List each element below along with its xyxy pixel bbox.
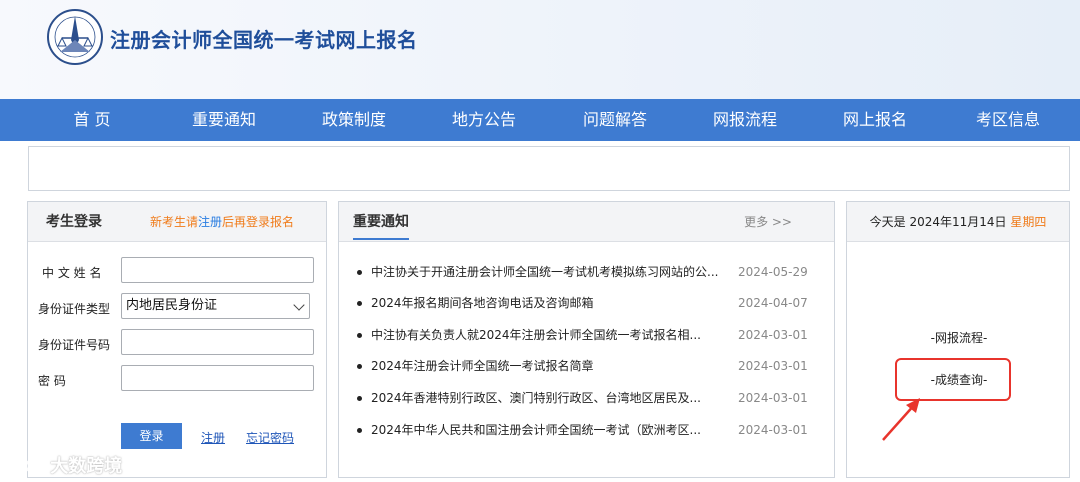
notice-date: 2024-03-01 [738,423,808,437]
forgot-password-link[interactable]: 忘记密码 [246,429,294,446]
id-number-input[interactable] [121,329,314,355]
cicpa-logo-icon [47,9,103,65]
id-type-label: 身份证件类型 [38,302,111,316]
notice-row[interactable]: 中注协有关负责人就2024年注册会计师全国统一考试报名相... 2024-03-… [357,326,823,344]
nav-faq[interactable]: 问题解答 [555,99,675,141]
site-header: 注册会计师全国统一考试网上报名 [0,0,1080,99]
notices-title: 重要通知 [353,202,409,240]
notice-title[interactable]: 中注协关于开通注册会计师全国统一考试机考模拟练习网站的公... [371,263,726,281]
notice-date: 2024-05-29 [738,265,808,279]
annotation-arrow-icon [882,398,920,441]
notice-row[interactable]: 中注协关于开通注册会计师全国统一考试机考模拟练习网站的公... 2024-05-… [357,263,823,281]
id-type-value: 内地居民身份证 [126,298,218,313]
id-type-select[interactable]: 内地居民身份证 [121,293,310,319]
login-panel-header: 考生登录 新考生请注册后再登录报名 [28,202,326,242]
notices-panel: 重要通知 更多 >> 中注协关于开通注册会计师全国统一考试机考模拟练习网站的公.… [338,201,835,478]
bullet-icon [357,301,362,306]
notices-panel-header: 重要通知 更多 >> [339,202,834,242]
notice-title[interactable]: 中注协有关负责人就2024年注册会计师全国统一考试报名相... [371,326,726,344]
password-input[interactable] [121,365,314,391]
name-input[interactable] [121,257,314,283]
date-text: 今天是 2024年11月14日 [869,215,1007,229]
login-title: 考生登录 [46,214,102,230]
notice-row[interactable]: 2024年报名期间各地咨询电话及咨询邮箱 2024-04-07 [357,294,823,312]
today-date: 今天是 2024年11月14日 星期四 [847,202,1069,242]
register-tip-prefix: 新考生请 [150,215,199,229]
notice-row[interactable]: 2024年香港特别行政区、澳门特别行政区、台湾地区居民及... 2024-03-… [357,389,823,407]
main-nav: 首 页 重要通知 政策制度 地方公告 问题解答 网报流程 网上报名 考区信息 [0,99,1080,141]
register-tip-link[interactable]: 注册 [198,215,222,229]
notice-date: 2024-03-01 [738,328,808,342]
register-tip-suffix: 后再登录报名 [222,215,295,229]
date-panel-header: 今天是 2024年11月14日 星期四 [847,202,1069,242]
watermark: 大数跨境 [10,452,122,478]
watermark-logo-icon [10,459,44,476]
notice-title[interactable]: 2024年报名期间各地咨询电话及咨询邮箱 [371,294,726,312]
id-number-label: 身份证件号码 [38,338,111,352]
password-label: 密 码 [38,374,66,388]
nav-registration[interactable]: 网上报名 [815,99,935,141]
site-title: 注册会计师全国统一考试网上报名 [110,28,418,52]
banner-area [28,146,1070,191]
notice-row[interactable]: 2024年注册会计师全国统一考试报名简章 2024-03-01 [357,357,823,375]
more-link[interactable]: 更多 >> [744,202,792,242]
bullet-icon [357,270,362,275]
notice-date: 2024-03-01 [738,391,808,405]
notice-date: 2024-03-01 [738,359,808,373]
name-label: 中 文 姓 名 [42,266,102,280]
process-link[interactable]: -网报流程- [847,329,1071,346]
login-button[interactable]: 登录 [121,423,182,449]
bullet-icon [357,364,362,369]
nav-policies[interactable]: 政策制度 [294,99,414,141]
login-panel: 考生登录 新考生请注册后再登录报名 中 文 姓 名 身份证件类型 内地居民身份证… [27,201,327,478]
notice-title[interactable]: 2024年中华人民共和国注册会计师全国统一考试（欧洲考区... [371,421,726,439]
nav-notices[interactable]: 重要通知 [164,99,284,141]
nav-home[interactable]: 首 页 [32,99,152,141]
notice-row[interactable]: 2024年中华人民共和国注册会计师全国统一考试（欧洲考区... 2024-03-… [357,421,823,439]
bullet-icon [357,428,362,433]
weekday-text: 星期四 [1010,215,1047,229]
register-tip: 新考生请注册后再登录报名 [150,202,294,242]
register-link[interactable]: 注册 [201,429,225,446]
bullet-icon [357,333,362,338]
notice-date: 2024-04-07 [738,296,808,310]
chevron-down-icon [293,299,305,311]
notice-title[interactable]: 2024年香港特别行政区、澳门特别行政区、台湾地区居民及... [371,389,726,407]
bullet-icon [357,396,362,401]
watermark-text: 大数跨境 [50,456,123,477]
nav-local-announcements[interactable]: 地方公告 [424,99,544,141]
nav-process[interactable]: 网报流程 [685,99,805,141]
notice-title[interactable]: 2024年注册会计师全国统一考试报名简章 [371,357,726,375]
nav-exam-region[interactable]: 考区信息 [948,99,1068,141]
